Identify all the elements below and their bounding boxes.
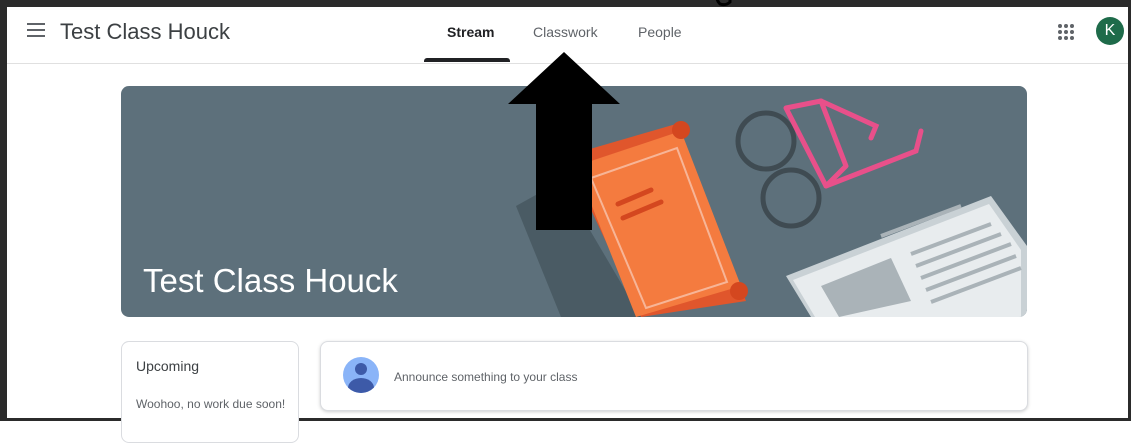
upcoming-card: Upcoming Woohoo, no work due soon! xyxy=(121,341,299,443)
up-arrow-annotation xyxy=(508,52,620,230)
user-avatar-icon xyxy=(343,357,379,393)
apps-grid-icon[interactable] xyxy=(1058,24,1074,40)
screenshot-frame-left xyxy=(0,0,7,421)
announce-placeholder[interactable]: Announce something to your class xyxy=(394,370,577,384)
tab-stream[interactable]: Stream xyxy=(447,24,494,40)
upcoming-message: Woohoo, no work due soon! xyxy=(136,397,286,411)
account-avatar[interactable]: K xyxy=(1096,17,1124,45)
announce-box[interactable]: Announce something to your class xyxy=(320,341,1028,411)
tab-classwork[interactable]: Classwork xyxy=(533,24,598,40)
screenshot-frame-top xyxy=(0,0,1131,7)
class-title[interactable]: Test Class Houck xyxy=(60,19,230,45)
upcoming-title: Upcoming xyxy=(136,358,200,374)
menu-icon[interactable] xyxy=(27,23,45,37)
active-tab-indicator xyxy=(424,58,510,62)
banner-class-title: Test Class Houck xyxy=(143,262,398,299)
tab-people[interactable]: People xyxy=(638,24,682,40)
